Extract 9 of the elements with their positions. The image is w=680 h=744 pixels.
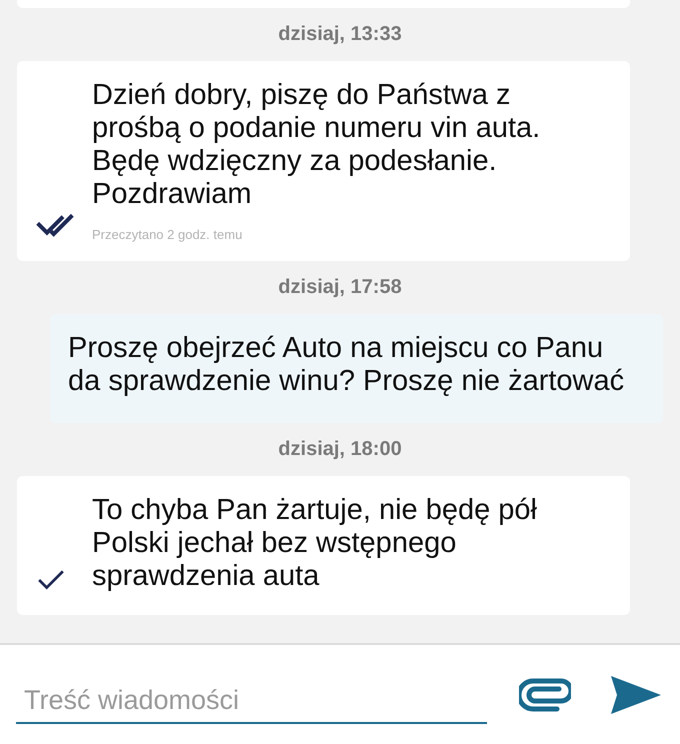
message-text: Proszę obejrzeć Auto na miejscu co Panu da sprawdzenie winu? Proszę nie żartować bbox=[68, 332, 626, 398]
send-icon[interactable] bbox=[609, 674, 663, 716]
date-label: dzisiaj, 17:58 bbox=[278, 275, 402, 300]
date-label: dzisiaj, 13:33 bbox=[278, 22, 402, 47]
read-receipt: Przeczytano 2 godz. temu bbox=[92, 226, 242, 244]
paperclip-icon[interactable] bbox=[519, 676, 571, 712]
message-text: To chyba Pan żartuje, nie będę pół Polski jechał bez wstępnego sprawdzenia auta bbox=[92, 494, 538, 593]
message-text: Dzień dobry, piszę do Państwa z prośbą o podanie numeru vin auta. Będę wdzięczny za podesłanie. Pozdrawiam bbox=[92, 79, 542, 211]
date-label: dzisiaj, 18:00 bbox=[278, 437, 402, 462]
